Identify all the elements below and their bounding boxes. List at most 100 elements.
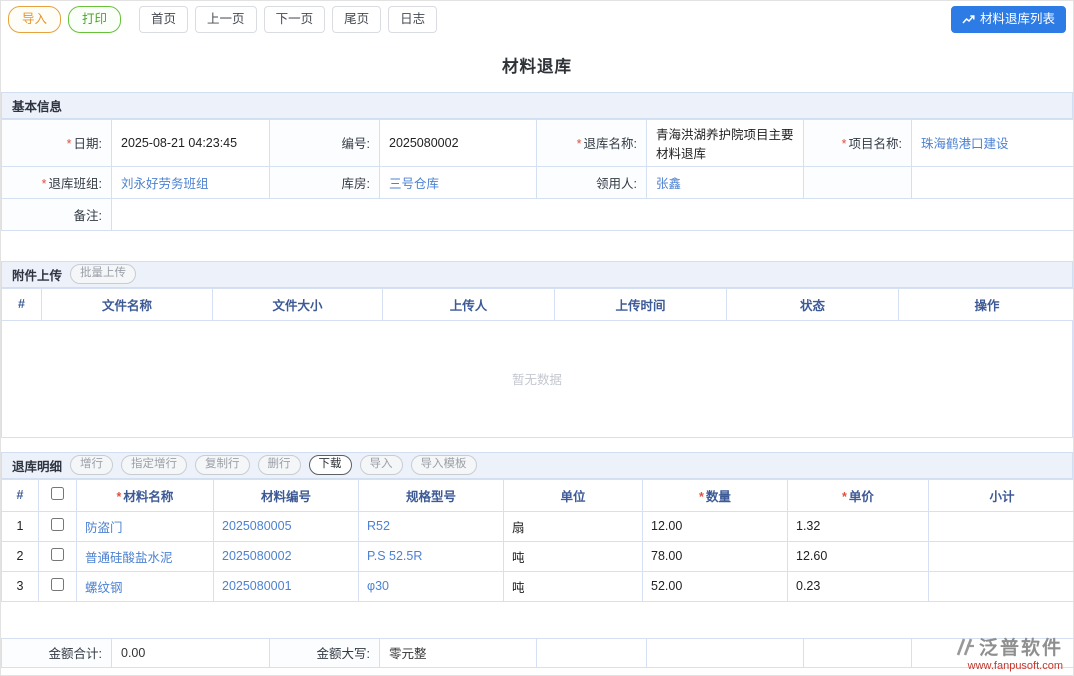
detail-import-button[interactable]: 导入	[360, 455, 403, 475]
spec-cell: R52	[359, 511, 504, 541]
warehouse-label: 库房:	[270, 166, 380, 198]
basic-info-table: *日期: 2025-08-21 04:23:45 编号: 2025080002 …	[1, 119, 1074, 231]
copy-row-button[interactable]: 复制行	[195, 455, 250, 475]
add-row-button[interactable]: 增行	[70, 455, 113, 475]
nav-first-page-button[interactable]: 首页	[139, 6, 188, 33]
team-link[interactable]: 刘永好劳务班组	[121, 177, 209, 191]
import-template-button[interactable]: 导入模板	[411, 455, 477, 475]
spec-cell: φ30	[359, 571, 504, 601]
summary-bar: 金额合计: 0.00 金额大写: 零元整	[1, 638, 1074, 668]
project-name-link[interactable]: 珠海鹤港口建设	[921, 137, 1009, 151]
detail-col-material-name: *材料名称	[77, 479, 214, 511]
attachments-col-uploader: 上传人	[383, 288, 555, 320]
spec-link[interactable]: R52	[367, 519, 390, 533]
material-return-page: 导入 打印 首页 上一页 下一页 尾页 日志 材料退库列表 材料退库 基本信息	[0, 0, 1074, 676]
price-cell: 1.32	[788, 511, 929, 541]
spec-cell: P.S 52.5R	[359, 541, 504, 571]
row-checkbox[interactable]	[51, 518, 64, 531]
select-all-checkbox[interactable]	[51, 487, 64, 500]
summary-empty-cell	[537, 638, 647, 667]
return-name-value: 青海洪湖养护院项目主要材料退库	[647, 119, 804, 166]
summary-empty-cell	[804, 638, 912, 667]
project-name-value: 珠海鹤港口建设	[912, 119, 1074, 166]
remark-value	[112, 198, 1074, 230]
detail-col-spec: 规格型号	[359, 479, 504, 511]
qty-cell: 52.00	[643, 571, 788, 601]
download-button[interactable]: 下载	[309, 455, 352, 475]
detail-col-subtotal: 小计	[929, 479, 1074, 511]
row-select-cell	[39, 571, 77, 601]
detail-col-unit: 单位	[504, 479, 643, 511]
qty-cell: 78.00	[643, 541, 788, 571]
remark-label: 备注:	[2, 198, 112, 230]
detail-panel: 退库明细 增行 指定增行 复制行 删行 下载 导入 导入模板 # *材料名称 材…	[1, 452, 1073, 602]
basic-info-header: 基本信息	[1, 92, 1073, 119]
qty-cell: 12.00	[643, 511, 788, 541]
nav-last-page-button[interactable]: 尾页	[332, 6, 381, 33]
summary-empty-cell	[912, 638, 1074, 667]
material-code-link[interactable]: 2025080005	[222, 519, 292, 533]
attachments-col-filename: 文件名称	[42, 288, 213, 320]
code-label: 编号:	[270, 119, 380, 166]
delete-row-button[interactable]: 删行	[258, 455, 301, 475]
unit-cell: 吨	[504, 571, 643, 601]
basic-info-panel: 基本信息 *日期: 2025-08-21 04:23:45 编号: 202508…	[1, 92, 1073, 231]
material-name-link[interactable]: 螺纹钢	[85, 581, 123, 595]
material-code-cell: 2025080005	[214, 511, 359, 541]
nav-next-page-button[interactable]: 下一页	[264, 6, 326, 33]
project-name-label: *项目名称:	[804, 119, 912, 166]
recipient-link[interactable]: 张鑫	[656, 177, 681, 191]
table-row: 3 螺纹钢 2025080001 φ30 吨 52.00 0.23	[2, 571, 1074, 601]
nav-prev-page-button[interactable]: 上一页	[195, 6, 257, 33]
batch-upload-button[interactable]: 批量上传	[70, 264, 136, 284]
material-name-cell: 防盗门	[77, 511, 214, 541]
row-index: 1	[2, 511, 39, 541]
code-value: 2025080002	[380, 119, 537, 166]
row-index: 3	[2, 571, 39, 601]
spec-link[interactable]: φ30	[367, 579, 389, 593]
material-code-cell: 2025080001	[214, 571, 359, 601]
list-button-label: 材料退库列表	[980, 13, 1055, 26]
attachments-col-actions: 操作	[899, 288, 1074, 320]
warehouse-value: 三号仓库	[380, 166, 537, 198]
attachments-col-uploadtime: 上传时间	[555, 288, 727, 320]
import-button[interactable]: 导入	[8, 6, 61, 33]
detail-title: 退库明细	[12, 456, 62, 475]
recipient-label: 领用人:	[537, 166, 647, 198]
page-title: 材料退库	[1, 53, 1073, 77]
row-checkbox[interactable]	[51, 578, 64, 591]
attachments-header: 附件上传 批量上传	[1, 261, 1073, 288]
team-value: 刘永好劳务班组	[112, 166, 270, 198]
attachments-col-status: 状态	[727, 288, 899, 320]
material-name-link[interactable]: 防盗门	[85, 521, 123, 535]
log-button[interactable]: 日志	[388, 6, 437, 33]
material-return-list-button[interactable]: 材料退库列表	[951, 6, 1066, 33]
insert-row-button[interactable]: 指定增行	[121, 455, 187, 475]
attachments-table: # 文件名称 文件大小 上传人 上传时间 状态 操作	[1, 288, 1074, 321]
detail-col-price: *单价	[788, 479, 929, 511]
subtotal-cell	[929, 541, 1074, 571]
recipient-value: 张鑫	[647, 166, 804, 198]
attachments-title: 附件上传	[12, 265, 62, 284]
no-data-text: 暂无数据	[512, 369, 562, 388]
table-row: 1 防盗门 2025080005 R52 扇 12.00 1.32	[2, 511, 1074, 541]
detail-header: 退库明细 增行 指定增行 复制行 删行 下载 导入 导入模板	[1, 452, 1073, 479]
row-checkbox[interactable]	[51, 548, 64, 561]
row-select-cell	[39, 511, 77, 541]
subtotal-cell	[929, 571, 1074, 601]
empty-label-cell	[804, 166, 912, 198]
material-code-link[interactable]: 2025080001	[222, 579, 292, 593]
basic-info-title: 基本信息	[12, 96, 62, 115]
summary-empty-cell	[647, 638, 804, 667]
material-name-link[interactable]: 普通硅酸盐水泥	[85, 551, 173, 565]
detail-col-index: #	[2, 479, 39, 511]
attachments-col-filesize: 文件大小	[213, 288, 383, 320]
team-label: *退库班组:	[2, 166, 112, 198]
material-code-link[interactable]: 2025080002	[222, 549, 292, 563]
warehouse-link[interactable]: 三号仓库	[389, 177, 439, 191]
amount-total-label: 金额合计:	[2, 638, 112, 667]
print-button[interactable]: 打印	[68, 6, 121, 33]
price-cell: 12.60	[788, 541, 929, 571]
row-index: 2	[2, 541, 39, 571]
spec-link[interactable]: P.S 52.5R	[367, 549, 422, 563]
